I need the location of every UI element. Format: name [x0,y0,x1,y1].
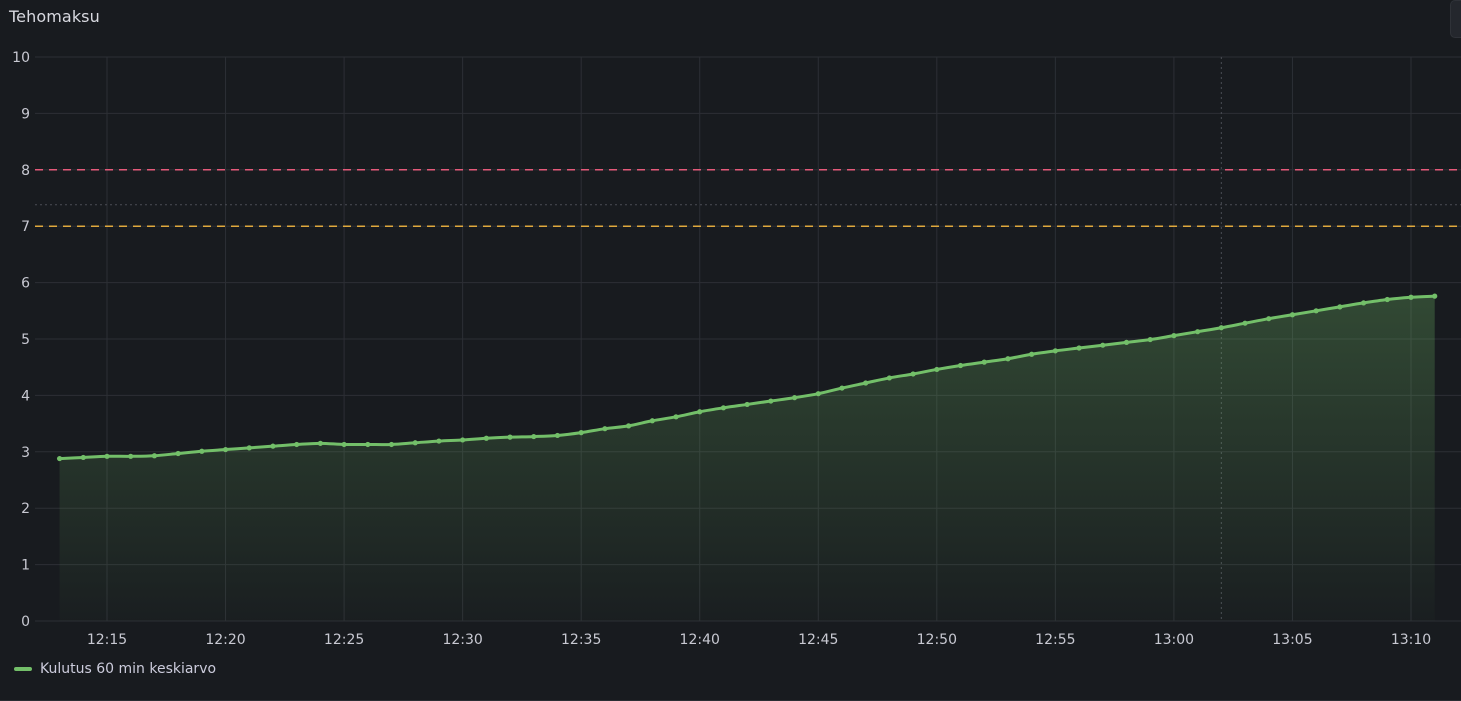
series-point [910,371,916,377]
legend[interactable]: Kulutus 60 min keskiarvo [14,661,216,677]
chart-panel: Tehomaksu 0 1 2 3 4 5 6 7 8 9 10 12:15 12:20 12:25 12… [0,0,1461,701]
y-tick-label: 6 [21,276,30,292]
series-point [365,441,371,448]
x-tick-label: 12:40 [680,632,720,648]
series-point [815,391,821,397]
series-point [626,423,632,429]
series-point [199,448,205,454]
series-point [1408,294,1414,300]
series-point [436,438,442,444]
series-point [412,440,418,446]
series-point [1218,325,1224,331]
x-tick-label: 12:50 [917,632,957,648]
x-tick-label: 12:15 [87,632,127,648]
series-point [934,366,940,373]
series-point [294,441,300,448]
legend-swatch [14,667,32,671]
series-point [80,454,86,461]
series-point [1147,336,1153,343]
y-tick-label: 1 [21,558,30,574]
x-tick-label: 12:35 [561,632,601,648]
series-point [56,455,63,462]
series-point [791,395,798,401]
series-point [1337,304,1343,310]
x-tick-label: 13:00 [1154,632,1194,648]
series-point [1195,329,1201,335]
series-point [673,414,679,420]
series-point [270,443,276,449]
series-point [1432,293,1438,299]
series-point [1289,312,1296,318]
x-tick-label: 12:45 [798,632,838,648]
y-tick-label: 5 [21,332,30,348]
series-point [1100,342,1106,348]
series-point [1313,308,1319,314]
series-point [1029,351,1035,357]
series-point [1360,300,1367,306]
series-point [531,433,537,440]
series-point [507,434,513,440]
y-axis: 0 1 2 3 4 5 6 7 8 9 10 [12,50,30,630]
series-point [1171,333,1177,339]
y-tick-label: 2 [21,501,30,517]
thresholds [35,169,1461,227]
series-point [1005,356,1011,362]
x-tick-label: 13:05 [1272,632,1312,648]
x-tick-label: 12:30 [442,632,482,648]
y-tick-label: 3 [21,445,30,461]
y-tick-label: 8 [21,163,30,179]
series-point [863,380,869,386]
y-tick-label: 10 [12,50,30,66]
series-point [578,430,584,436]
series-point [151,453,158,459]
x-axis: 12:15 12:20 12:25 12:30 12:35 12:40 12:45 12:50… [87,632,1431,648]
series-point [697,409,703,415]
x-tick-label: 12:20 [205,632,245,648]
series-point [341,441,347,448]
series-point [886,375,893,381]
series-point [602,426,608,432]
series-point [1052,348,1058,354]
series-point [1123,339,1130,345]
series-point [744,401,750,408]
series-point [768,398,774,404]
series-point [554,432,561,439]
series-point [957,362,964,369]
legend-label: Kulutus 60 min keskiarvo [40,661,217,677]
y-tick-label: 0 [21,614,30,630]
series-point [222,446,229,453]
series-point [246,445,252,451]
y-tick-label: 4 [21,388,30,404]
series-point [483,435,489,441]
series-point [1076,345,1082,351]
x-tick-label: 12:55 [1035,632,1075,648]
series-point [1384,296,1390,303]
x-tick-label: 13:10 [1391,632,1431,648]
series-point [317,440,323,446]
series-point [388,441,395,448]
series-point [839,385,845,391]
series-point [460,437,466,443]
y-tick-label: 9 [21,106,30,122]
series-point [981,359,987,365]
x-tick-label: 12:25 [324,632,364,648]
series-point [104,453,110,459]
y-tick-label: 7 [21,219,30,235]
series-point [128,453,134,459]
series-point [1242,320,1248,326]
series-point [720,405,727,411]
series-layer [56,293,1438,621]
series-point [649,418,655,424]
series-area [59,296,1435,621]
series-point [1266,316,1272,322]
time-series-chart[interactable]: 012345678910 12:15 12:20 12:25 12:30 12:35 12… [0,0,1461,701]
series-point [175,450,181,457]
